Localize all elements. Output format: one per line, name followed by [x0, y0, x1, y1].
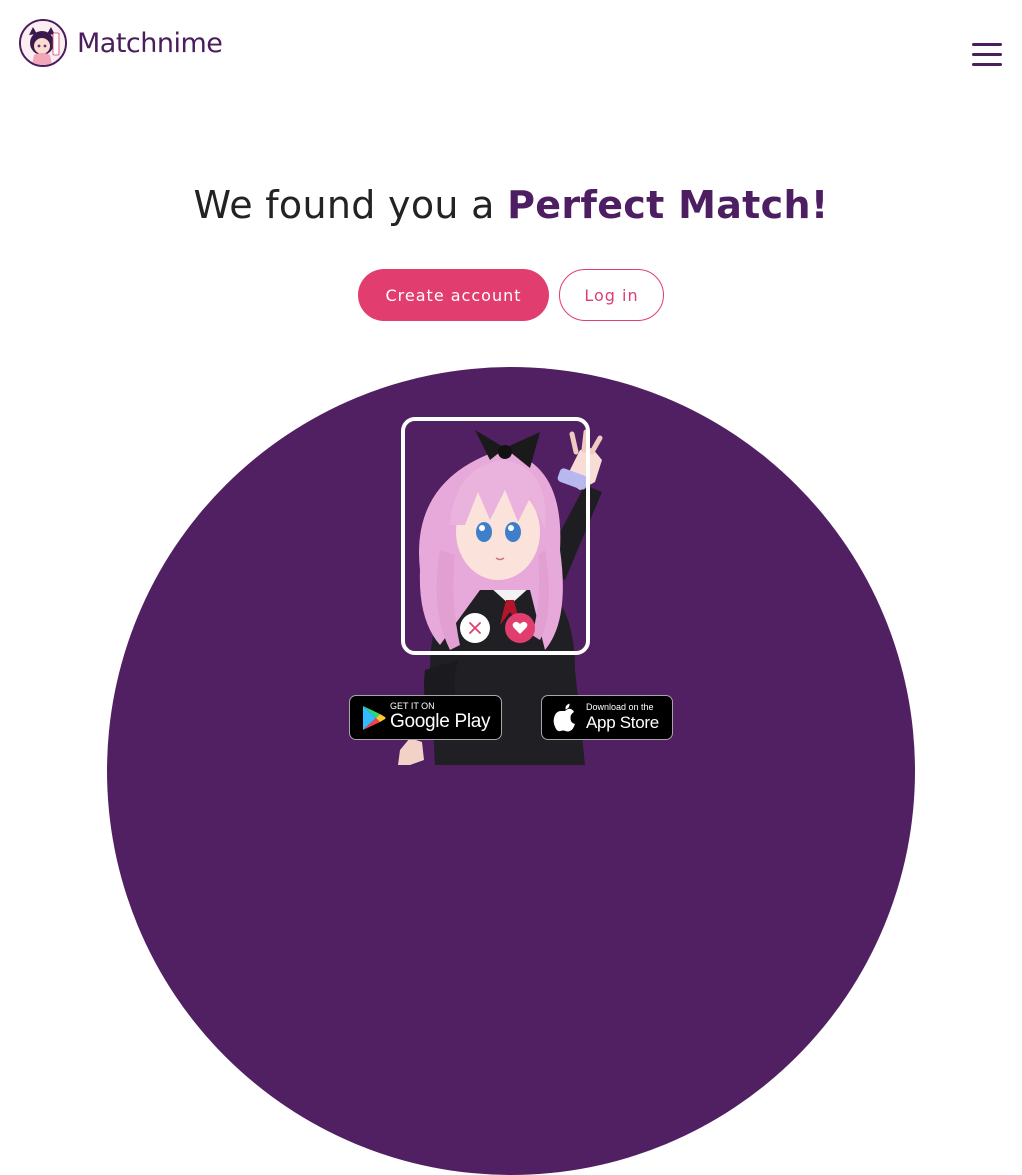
brand-name: Matchnime: [77, 27, 223, 59]
google-big-text: Google Play: [390, 711, 491, 732]
apple-small-text: Download on the: [586, 701, 654, 712]
google-small-text: GET IT ON: [390, 701, 435, 711]
app-store-badge[interactable]: Download on the App Store: [541, 695, 673, 740]
match-card: [401, 417, 590, 655]
apple-icon: [553, 703, 575, 731]
like-button[interactable]: [505, 613, 535, 643]
google-play-badge[interactable]: GET IT ON Google Play: [349, 695, 502, 740]
headline-accent: Perfect Match!: [507, 183, 829, 227]
hamburger-menu-icon[interactable]: [970, 41, 1004, 69]
create-account-button[interactable]: Create account: [358, 269, 549, 321]
heart-icon: [512, 621, 528, 634]
close-icon: [469, 622, 481, 634]
reject-button[interactable]: [460, 613, 490, 643]
login-button[interactable]: Log in: [559, 269, 664, 321]
google-play-icon: [363, 705, 386, 730]
apple-big-text: App Store: [586, 712, 659, 732]
brand-logo[interactable]: Matchnime: [19, 19, 223, 67]
logo-avatar-icon: [19, 19, 67, 67]
hero-headline: We found you a Perfect Match!: [0, 180, 1022, 230]
headline-prefix: We found you a: [193, 183, 508, 227]
